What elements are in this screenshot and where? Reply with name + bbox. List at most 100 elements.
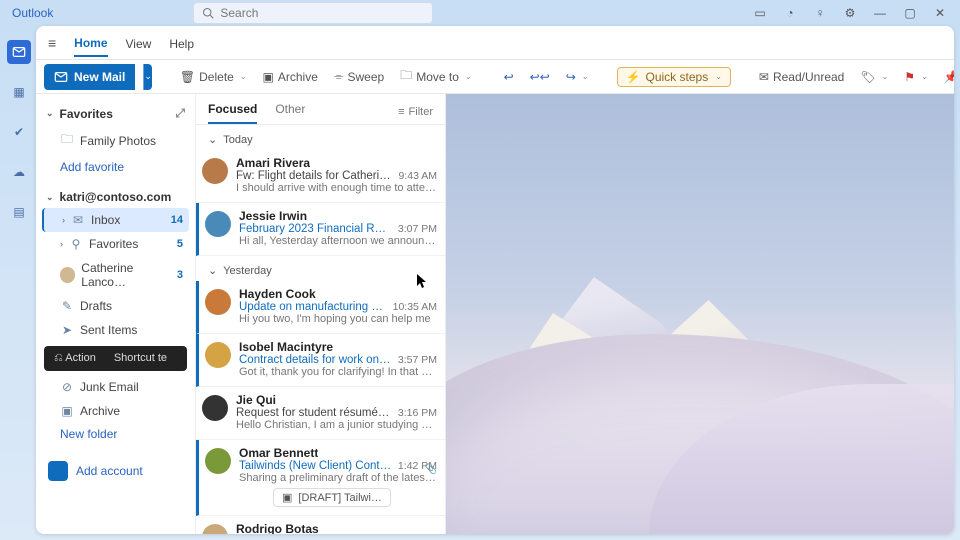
tab-help[interactable]: Help bbox=[169, 30, 194, 56]
message-subject: Request for student résumé review bbox=[236, 407, 392, 419]
folder-catherine[interactable]: Catherine Lanco… 3 bbox=[42, 256, 189, 294]
tag-icon: 🏷 bbox=[860, 70, 875, 84]
folder-move-icon: 🗀 bbox=[400, 66, 412, 87]
message-preview: I should arrive with enough time to atte… bbox=[236, 182, 437, 194]
folder-junk[interactable]: ⊘Junk Email bbox=[42, 375, 189, 399]
avatar bbox=[202, 524, 228, 534]
flag-button[interactable]: ⚑⌄ bbox=[900, 70, 931, 84]
avatar bbox=[205, 211, 231, 237]
minimize-icon[interactable]: — bbox=[872, 5, 888, 21]
reply-all-button[interactable]: ↩↩ bbox=[526, 70, 554, 84]
message-subject: Contract details for work on… (3) bbox=[239, 354, 392, 366]
avatar-icon bbox=[60, 267, 75, 283]
rail-apps-icon[interactable]: ▤ bbox=[7, 200, 31, 224]
lightbulb-icon[interactable]: ♀ bbox=[812, 5, 828, 21]
tag-button[interactable]: 🏷⌄ bbox=[856, 70, 892, 84]
folder-sent[interactable]: ➤Sent Items bbox=[42, 318, 189, 342]
read-unread-button[interactable]: ✉Read/Unread bbox=[755, 70, 848, 84]
account-header[interactable]: ⌄ katri@contoso.com bbox=[42, 186, 189, 208]
message-time: 9:43 AM bbox=[392, 170, 437, 182]
message-subject: Update on manufacturing plant… bbox=[239, 301, 387, 313]
draft-icon: ✎ bbox=[60, 299, 74, 313]
message-time: 3:07 PM bbox=[392, 223, 437, 235]
hamburger-icon[interactable]: ≡ bbox=[48, 35, 56, 51]
add-account-button[interactable]: Add account bbox=[42, 457, 189, 485]
tab-focused[interactable]: Focused bbox=[208, 102, 257, 124]
search-box[interactable]: Search bbox=[193, 2, 433, 24]
archive-button[interactable]: ▣Archive bbox=[259, 70, 322, 84]
new-mail-split[interactable]: ⌄ bbox=[143, 64, 152, 90]
message-item[interactable]: Jessie Irwin February 2023 Financial Res… bbox=[196, 203, 445, 256]
message-sender: Omar Bennett bbox=[239, 446, 318, 460]
folder-icon: 🗀 bbox=[60, 130, 74, 151]
command-tabs: ≡ Home View Help bbox=[36, 26, 954, 60]
attachment-icon: 📎 bbox=[425, 464, 437, 475]
message-subject: Tailwinds (New Client) Contr… (6) bbox=[239, 460, 392, 472]
reply-button[interactable]: ↩ bbox=[500, 70, 518, 84]
main-area: ⌄ Favorites ⤢ 🗀Family Photos Add favorit… bbox=[36, 94, 954, 534]
new-mail-label: New Mail bbox=[74, 70, 125, 84]
pin-icon: 📌 bbox=[944, 70, 954, 84]
rail-calendar-icon[interactable]: ▦ bbox=[7, 80, 31, 104]
message-time: 3:57 PM bbox=[392, 354, 437, 366]
ribbon: New Mail ⌄ 🗑Delete⌄ ▣Archive ⌯Sweep 🗀Mov… bbox=[36, 60, 954, 94]
tab-view[interactable]: View bbox=[126, 30, 152, 56]
rail-cloud-icon[interactable]: ☁ bbox=[7, 160, 31, 184]
reading-pane bbox=[446, 94, 954, 534]
message-item[interactable]: Jie Qui Request for student résumé revie… bbox=[196, 387, 445, 440]
tab-home[interactable]: Home bbox=[74, 29, 107, 57]
maximize-icon[interactable]: ▢ bbox=[902, 5, 918, 21]
message-item[interactable]: Omar Bennett 📎 Tailwinds (New Client) Con… bbox=[196, 440, 445, 516]
message-item[interactable]: Amari Rivera Fw: Flight details for Cath… bbox=[196, 150, 445, 203]
folder-inbox[interactable]: ›✉Inbox 14 bbox=[42, 208, 189, 232]
rail-mail-icon[interactable] bbox=[7, 40, 31, 64]
inbox-icon: ✉ bbox=[71, 213, 85, 227]
junk-icon: ⊘ bbox=[60, 380, 74, 394]
favorites-header[interactable]: ⌄ Favorites ⤢ bbox=[42, 102, 189, 125]
filter-button[interactable]: ≡Filter bbox=[398, 106, 433, 124]
chevron-right-icon: › bbox=[62, 215, 65, 225]
rail-people-icon[interactable]: ✔ bbox=[7, 120, 31, 144]
message-list: Focused Other ≡Filter ⌄Today Amari River… bbox=[196, 94, 446, 534]
close-icon[interactable]: ✕ bbox=[932, 5, 948, 21]
new-folder-link[interactable]: New folder bbox=[42, 423, 189, 445]
message-item[interactable]: Isobel Macintyre Contract details for wo… bbox=[196, 334, 445, 387]
message-sender: Hayden Cook bbox=[239, 287, 316, 301]
message-item[interactable]: Hayden Cook Update on manufacturing plan… bbox=[196, 281, 445, 334]
forward-button[interactable]: ↪⌄ bbox=[562, 70, 593, 84]
folder-family-photos[interactable]: 🗀Family Photos bbox=[42, 125, 189, 156]
add-favorite-link[interactable]: Add favorite bbox=[42, 156, 189, 178]
message-scroll[interactable]: ⌄Today Amari Rivera Fw: Flight details f… bbox=[196, 125, 445, 534]
folder-drafts[interactable]: ✎Drafts bbox=[42, 294, 189, 318]
sweep-button[interactable]: ⌯Sweep bbox=[330, 69, 388, 84]
gear-icon[interactable]: ⚙ bbox=[842, 5, 858, 21]
message-item[interactable]: Rodrigo Botas Final PTA Meeting!11:33 AM bbox=[196, 516, 445, 534]
message-preview: Sharing a preliminary draft of the lates… bbox=[239, 472, 437, 484]
panel-icon[interactable]: ▭ bbox=[752, 5, 768, 21]
expand-icon[interactable]: ⤢ bbox=[175, 106, 185, 121]
bell-icon[interactable]: ◔ bbox=[782, 5, 798, 21]
draft-chip[interactable]: ▣[DRAFT] Tailwi… bbox=[273, 488, 391, 507]
chevron-down-icon: ⌄ bbox=[46, 108, 54, 119]
folder-pane: ⌄ Favorites ⤢ 🗀Family Photos Add favorit… bbox=[36, 94, 196, 534]
message-sender: Amari Rivera bbox=[236, 156, 310, 170]
delete-button[interactable]: 🗑Delete⌄ bbox=[176, 70, 251, 84]
message-preview: Hello Christian, I am a junior studying … bbox=[236, 419, 437, 431]
pin-button[interactable]: 📌 bbox=[940, 70, 954, 84]
folder-favorites[interactable]: ›⚲Favorites 5 bbox=[42, 232, 189, 256]
new-mail-button[interactable]: New Mail bbox=[44, 64, 135, 90]
group-today[interactable]: ⌄Today bbox=[196, 125, 445, 150]
folder-archive[interactable]: ▣Archive bbox=[42, 399, 189, 423]
action-tooltip: ⎌ Action Shortcut te bbox=[44, 346, 187, 371]
bolt-icon: ⚡ bbox=[626, 70, 641, 84]
trash-icon: 🗑 bbox=[180, 70, 195, 84]
chevron-down-icon: ⌄ bbox=[240, 72, 247, 81]
person-icon bbox=[48, 461, 68, 481]
message-sender: Isobel Macintyre bbox=[239, 340, 333, 354]
group-yesterday[interactable]: ⌄Yesterday bbox=[196, 256, 445, 281]
message-time: 3:16 PM bbox=[392, 407, 437, 419]
tab-other[interactable]: Other bbox=[275, 102, 305, 124]
flag-icon: ⚑ bbox=[904, 70, 915, 84]
quick-steps-button[interactable]: ⚡Quick steps⌄ bbox=[617, 67, 731, 87]
move-to-button[interactable]: 🗀Move to⌄ bbox=[396, 66, 475, 87]
